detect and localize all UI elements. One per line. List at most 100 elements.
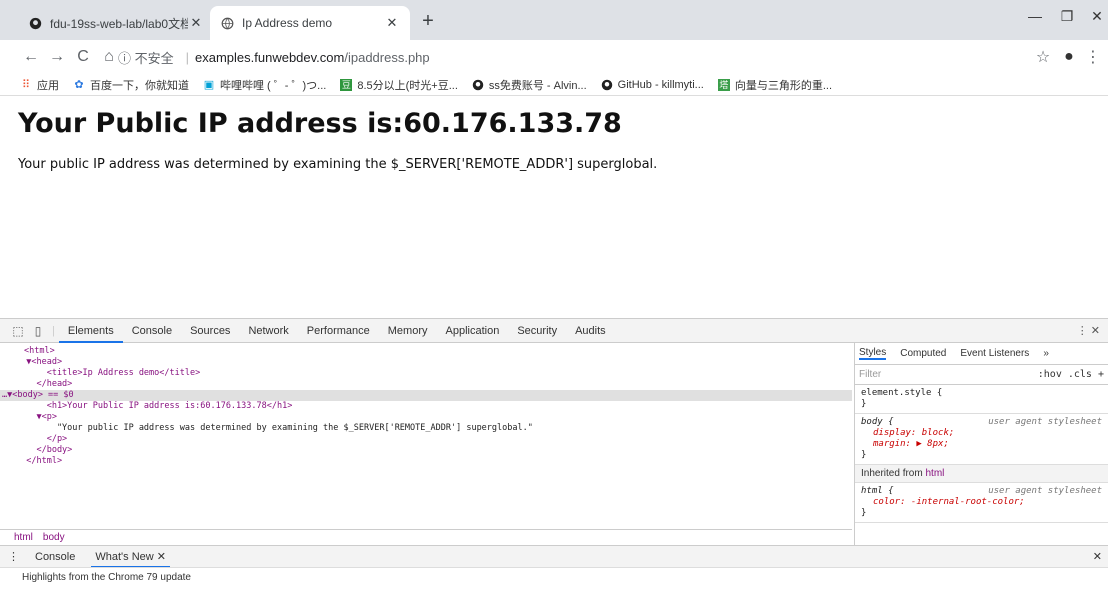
- rule-property[interactable]: color: -internal-root-color;: [861, 497, 1102, 508]
- styles-filter[interactable]: Filter :hov .cls +: [855, 365, 1108, 385]
- styles-pane: Styles Computed Event Listeners » Filter…: [854, 343, 1108, 545]
- tab-console[interactable]: Console: [123, 319, 181, 343]
- bookmark-label: 向量与三角形的重...: [734, 79, 833, 92]
- github-icon: [472, 79, 484, 91]
- bookmark-label: 应用: [37, 79, 59, 92]
- crumb-html[interactable]: html: [14, 532, 33, 543]
- tab-memory[interactable]: Memory: [379, 319, 437, 343]
- drawer-tab-whats-new[interactable]: What's New ✕: [91, 546, 170, 568]
- tab-close-icon[interactable]: ✕: [188, 15, 204, 31]
- bookmark-label: 8.5分以上(时光+豆...: [357, 79, 458, 92]
- close-window-button[interactable]: ✕: [1082, 8, 1108, 25]
- rule-html[interactable]: user agent stylesheet html { color: -int…: [855, 483, 1108, 523]
- bookmark-apps[interactable]: ⠿ 应用: [20, 77, 59, 93]
- dom-line[interactable]: ▼<p>: [0, 412, 852, 423]
- tab-performance[interactable]: Performance: [298, 319, 379, 343]
- reload-button[interactable]: C: [70, 48, 96, 66]
- globe-icon: [220, 16, 234, 30]
- inspect-icon[interactable]: ⬚: [8, 324, 28, 338]
- divider: |: [52, 324, 55, 337]
- inherited-tag[interactable]: html: [925, 468, 944, 479]
- tab-sources[interactable]: Sources: [181, 319, 239, 343]
- rule-close: }: [861, 508, 867, 518]
- bookmark-ss[interactable]: ss免费账号 - Alvin...: [472, 77, 587, 93]
- tab-audits[interactable]: Audits: [566, 319, 615, 343]
- address-bar[interactable]: ⓘ 不安全 | examples.funwebdev.com/ipaddress…: [118, 43, 1062, 71]
- devtools-panel: ⬚ ▯ | Elements Console Sources Network P…: [0, 318, 1108, 603]
- rule-close: }: [861, 450, 867, 460]
- rule-close: }: [861, 399, 867, 409]
- tab-computed[interactable]: Computed: [900, 348, 946, 359]
- rule-body[interactable]: user agent stylesheet body { display: bl…: [855, 414, 1108, 465]
- devtools-tabbar: ⬚ ▯ | Elements Console Sources Network P…: [0, 319, 1108, 343]
- bookmark-github[interactable]: GitHub - killmyti...: [601, 79, 704, 91]
- minimize-button[interactable]: —: [1020, 8, 1050, 24]
- rule-element-style[interactable]: element.style { }: [855, 385, 1108, 414]
- filter-input[interactable]: Filter: [859, 369, 881, 380]
- bookmarks-bar: ⠿ 应用 ✿ 百度一下，你就知道 ▣ 哔哩哔哩 ( ゜- ゜)つ... 豆 8.5分以上…: [0, 74, 1108, 96]
- styles-tabbar: Styles Computed Event Listeners »: [855, 343, 1108, 365]
- inherited-label: Inherited from: [861, 468, 923, 479]
- tab-close-icon[interactable]: ✕: [384, 15, 400, 31]
- tab-network[interactable]: Network: [239, 319, 297, 343]
- breadcrumb: html body: [0, 529, 852, 545]
- dom-line[interactable]: </html>: [0, 456, 852, 467]
- dom-tree: <html> ▼<head> <title>Ip Address demo</t…: [0, 343, 852, 527]
- rule-source: user agent stylesheet: [988, 417, 1102, 427]
- tab-elements[interactable]: Elements: [58, 319, 123, 343]
- tab-title: fdu-19ss-web-lab/lab0文档.md: [50, 16, 188, 31]
- dom-line[interactable]: </p>: [0, 434, 852, 445]
- tab-security[interactable]: Security: [508, 319, 566, 343]
- bookmark-bilibili[interactable]: ▣ 哔哩哔哩 ( ゜- ゜)つ...: [203, 77, 327, 93]
- drawer-close-icon[interactable]: ✕: [1093, 550, 1102, 563]
- highlights-text: Highlights from the Chrome 79 update: [22, 572, 191, 583]
- bookmark-vector[interactable]: 塔向量与三角形的重...: [717, 77, 833, 93]
- devtools-menu-icon[interactable]: ⋮ ✕: [1077, 324, 1100, 337]
- rule-source: user agent stylesheet: [988, 486, 1102, 496]
- new-tab-button[interactable]: +: [416, 10, 440, 32]
- filter-buttons[interactable]: :hov .cls +: [1038, 369, 1104, 380]
- tab-ip-address-demo[interactable]: Ip Address demo ✕: [210, 6, 410, 40]
- forward-button[interactable]: →: [44, 48, 70, 66]
- back-button[interactable]: ←: [18, 48, 44, 66]
- rule-property[interactable]: margin: ▶ 8px;: [861, 439, 1102, 450]
- github-icon: [601, 79, 613, 91]
- bookmark-label: ss免费账号 - Alvin...: [488, 79, 587, 92]
- rule-selector: element.style {: [861, 388, 943, 398]
- security-info[interactable]: ⓘ 不安全: [118, 48, 174, 67]
- device-toggle-icon[interactable]: ▯: [28, 324, 48, 338]
- tab-event-listeners[interactable]: Event Listeners: [960, 348, 1029, 359]
- tab-github[interactable]: fdu-19ss-web-lab/lab0文档.md ✕: [18, 6, 214, 40]
- bookmark-baidu[interactable]: ✿ 百度一下，你就知道: [73, 77, 189, 93]
- rule-selector: body {: [861, 417, 894, 427]
- dom-line[interactable]: "Your public IP address was determined b…: [0, 423, 852, 434]
- rule-property[interactable]: display: block;: [861, 428, 1102, 439]
- page-paragraph: Your public IP address was determined by…: [18, 157, 658, 172]
- tab-application[interactable]: Application: [437, 319, 509, 343]
- dom-line-selected[interactable]: …▼<body> == $0: [0, 390, 852, 401]
- tab-title: Ip Address demo: [242, 16, 333, 30]
- tab-styles[interactable]: Styles: [859, 347, 887, 360]
- page-content: Your Public IP address is:60.176.133.78 …: [0, 96, 1108, 318]
- menu-icon[interactable]: ⋮: [1080, 47, 1106, 67]
- dom-line[interactable]: <html>: [0, 346, 852, 357]
- baidu-icon: ✿: [74, 79, 84, 91]
- crumb-body[interactable]: body: [43, 532, 65, 543]
- bookmark-label: GitHub - killmyti...: [617, 78, 704, 91]
- omnibox-divider: |: [185, 49, 190, 65]
- github-icon: [28, 16, 42, 30]
- bookmark-label: 哔哩哔哩 ( ゜- ゜)つ...: [220, 79, 327, 92]
- page-heading: Your Public IP address is:60.176.133.78: [18, 108, 622, 139]
- dom-line[interactable]: </head>: [0, 379, 852, 390]
- tab-more[interactable]: »: [1043, 348, 1049, 359]
- dom-line[interactable]: </body>: [0, 445, 852, 456]
- url-domain: examples.funwebdev.com: [195, 49, 345, 65]
- maximize-button[interactable]: ❐: [1052, 8, 1082, 25]
- rule-selector: html {: [861, 486, 894, 496]
- bookmark-douban[interactable]: 豆 8.5分以上(时光+豆...: [340, 77, 458, 93]
- drawer-menu-icon[interactable]: ⋮: [8, 550, 19, 563]
- dom-line[interactable]: ▼<head>: [0, 357, 852, 368]
- dom-line[interactable]: <h1>Your Public IP address is:60.176.133…: [0, 401, 852, 412]
- drawer-tab-console[interactable]: Console: [31, 551, 79, 563]
- dom-line[interactable]: <title>Ip Address demo</title>: [0, 368, 852, 379]
